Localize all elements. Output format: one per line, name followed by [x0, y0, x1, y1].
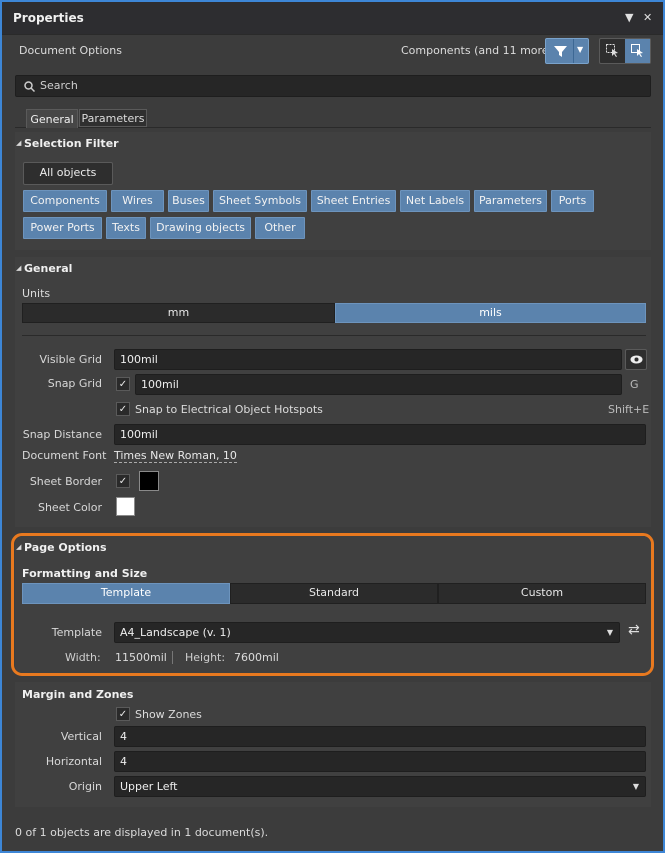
- status-text: 0 of 1 objects are displayed in 1 docume…: [15, 826, 269, 839]
- vertical-zones-field[interactable]: 4: [114, 726, 646, 747]
- snap-distance-field[interactable]: 100mil: [114, 424, 646, 445]
- filter-wires-button[interactable]: Wires: [111, 190, 164, 212]
- filter-other-button[interactable]: Other: [255, 217, 305, 239]
- origin-select[interactable]: Upper Left ▼: [114, 776, 646, 797]
- collapse-triangle-icon[interactable]: ◢: [16, 543, 21, 551]
- grid-visibility-button[interactable]: [625, 349, 647, 370]
- template-label: Template: [51, 626, 102, 639]
- general-section: ◢ General Units mm mils Visible Grid 100…: [15, 257, 651, 527]
- template-select[interactable]: A4_Landscape (v. 1) ▼: [114, 622, 620, 643]
- search-input[interactable]: Search: [15, 75, 651, 97]
- close-icon[interactable]: ✕: [643, 11, 652, 24]
- panel-title: Properties: [13, 11, 84, 25]
- visible-grid-label: Visible Grid: [39, 353, 102, 366]
- search-placeholder: Search: [40, 79, 78, 92]
- units-label: Units: [22, 287, 51, 300]
- filter-power-ports-button[interactable]: Power Ports: [23, 217, 102, 239]
- snap-hotspots-shortcut: Shift+E: [608, 403, 650, 416]
- selection-filter-title: Selection Filter: [24, 137, 119, 150]
- sheet-border-checkbox[interactable]: ✓: [116, 474, 130, 488]
- width-value: 11500mil: [115, 651, 167, 664]
- snap-grid-checkbox[interactable]: ✓: [116, 377, 130, 391]
- filter-buses-button[interactable]: Buses: [168, 190, 209, 212]
- general-title: General: [24, 262, 73, 275]
- selection-filter-section: ◢ Selection Filter All objects Component…: [15, 132, 651, 250]
- filter-sheet-entries-button[interactable]: Sheet Entries: [311, 190, 396, 212]
- eye-icon: [630, 355, 643, 364]
- tab-parameters[interactable]: Parameters: [79, 109, 147, 127]
- filter-texts-button[interactable]: Texts: [106, 217, 146, 239]
- select-cursor-button[interactable]: [625, 39, 650, 63]
- selection-tools: [599, 38, 651, 64]
- vertical-label: Vertical: [60, 730, 102, 743]
- margin-zones-title: Margin and Zones: [22, 688, 134, 701]
- chevron-down-icon: ▼: [577, 45, 584, 54]
- origin-value: Upper Left: [120, 780, 178, 793]
- select-in-area-button[interactable]: [600, 39, 625, 63]
- filter-button[interactable]: ▼: [545, 38, 589, 64]
- snap-hotspots-label: Snap to Electrical Object Hotspots: [135, 403, 323, 416]
- mode-custom-button[interactable]: Custom: [438, 583, 646, 604]
- cursor-select-icon: [631, 44, 643, 57]
- filter-sheet-symbols-button[interactable]: Sheet Symbols: [213, 190, 307, 212]
- collapse-triangle-icon[interactable]: ◢: [16, 139, 21, 147]
- template-value: A4_Landscape (v. 1): [120, 626, 231, 639]
- units-mils-button[interactable]: mils: [335, 303, 646, 323]
- search-icon: [24, 81, 35, 92]
- filter-components-button[interactable]: Components: [23, 190, 107, 212]
- collapse-triangle-icon[interactable]: ◢: [16, 264, 21, 272]
- horizontal-zones-field[interactable]: 4: [114, 751, 646, 772]
- document-font-label: Document Font: [22, 449, 107, 462]
- document-options-label: Document Options: [19, 44, 122, 57]
- sheet-color-swatch[interactable]: [116, 497, 135, 516]
- filter-ports-button[interactable]: Ports: [551, 190, 594, 212]
- chevron-down-icon: ▼: [632, 782, 639, 791]
- panel-title-bar: Properties ▼ ✕: [2, 2, 663, 35]
- units-mm-button[interactable]: mm: [22, 303, 335, 323]
- mode-template-button[interactable]: Template: [22, 583, 230, 604]
- horizontal-label: Horizontal: [45, 755, 102, 768]
- select-area-icon: [606, 44, 618, 57]
- snap-grid-field[interactable]: 100mil: [135, 374, 622, 395]
- filter-drawing-objects-button[interactable]: Drawing objects: [150, 217, 251, 239]
- swap-orientation-icon[interactable]: ⇄: [628, 622, 640, 638]
- tab-general[interactable]: General: [26, 109, 78, 128]
- page-options-title: Page Options: [24, 541, 107, 554]
- snap-grid-shortcut: G: [630, 378, 639, 391]
- visible-grid-field[interactable]: 100mil: [114, 349, 622, 370]
- sheet-color-label: Sheet Color: [37, 501, 102, 514]
- panel-menu-icon[interactable]: ▼: [625, 11, 633, 24]
- height-label: Height:: [185, 651, 226, 664]
- origin-label: Origin: [68, 780, 102, 793]
- document-font-link[interactable]: Times New Roman, 10: [114, 449, 237, 463]
- formatting-title: Formatting and Size: [22, 567, 148, 580]
- all-objects-button[interactable]: All objects: [23, 162, 113, 185]
- snap-hotspots-checkbox[interactable]: ✓: [116, 402, 130, 416]
- sheet-border-label: Sheet Border: [29, 475, 102, 488]
- filter-net-labels-button[interactable]: Net Labels: [400, 190, 470, 212]
- show-zones-label: Show Zones: [135, 708, 202, 721]
- show-zones-checkbox[interactable]: ✓: [116, 707, 130, 721]
- chevron-down-icon: ▼: [606, 628, 613, 637]
- snap-distance-label: Snap Distance: [22, 428, 102, 441]
- page-options-section: ◢ Page Options Formatting and Size Templ…: [15, 536, 651, 673]
- height-value: 7600mil: [234, 651, 279, 664]
- properties-panel: Properties ▼ ✕ Document Options Componen…: [0, 0, 665, 853]
- sheet-border-color-swatch[interactable]: [139, 471, 159, 491]
- filter-icon: [554, 46, 567, 57]
- filter-summary: Components (and 11 more): [401, 44, 553, 57]
- margin-zones-section: Margin and Zones ✓ Show Zones Vertical 4…: [15, 682, 651, 807]
- filter-parameters-button[interactable]: Parameters: [474, 190, 547, 212]
- snap-grid-label: Snap Grid: [47, 377, 102, 390]
- mode-standard-button[interactable]: Standard: [230, 583, 438, 604]
- width-label: Width:: [65, 651, 101, 664]
